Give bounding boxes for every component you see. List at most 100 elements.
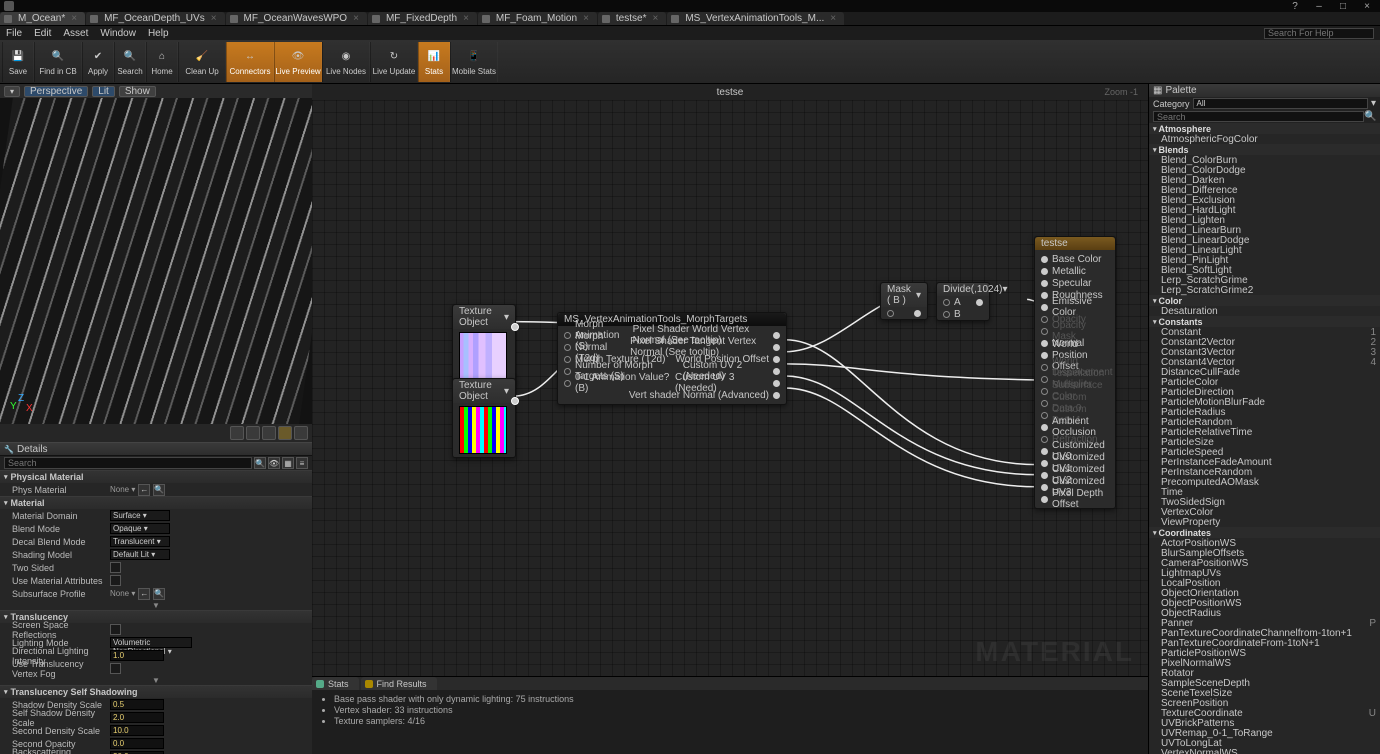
palette-item[interactable]: PanTextureCoordinateChannelfrom-1ton+1 bbox=[1149, 628, 1380, 638]
palette-category[interactable]: ▾Color bbox=[1149, 295, 1380, 306]
document-tab[interactable]: MF_FixedDepth× bbox=[368, 12, 477, 25]
palette-item[interactable]: Lerp_ScratchGrime2 bbox=[1149, 285, 1380, 295]
property-dropdown[interactable]: Translucent ▾ bbox=[110, 536, 170, 547]
lit-button[interactable]: Lit bbox=[92, 86, 115, 97]
live-preview-button[interactable]: 👁Live Preview bbox=[274, 42, 322, 82]
help-search-input[interactable] bbox=[1264, 28, 1374, 39]
property-dropdown[interactable]: Default Lit ▾ bbox=[110, 549, 170, 560]
palette-item[interactable]: TextureCoordinateU bbox=[1149, 708, 1380, 718]
document-tab[interactable]: MF_OceanDepth_UVs× bbox=[86, 12, 224, 25]
palette-item[interactable]: ParticlePositionWS bbox=[1149, 648, 1380, 658]
palette-item[interactable]: Constant2Vector2 bbox=[1149, 337, 1380, 347]
palette-item[interactable]: UVToLongLat bbox=[1149, 738, 1380, 748]
property-spinner[interactable]: 0.5 bbox=[110, 699, 164, 710]
document-tab[interactable]: MS_VertexAnimationTools_M...× bbox=[667, 12, 844, 25]
property-value[interactable]: None ▾ bbox=[110, 485, 135, 494]
palette-item[interactable]: ParticleColor bbox=[1149, 377, 1380, 387]
close-icon[interactable]: × bbox=[353, 13, 359, 24]
live-update-button[interactable]: ↻Live Update bbox=[370, 42, 418, 82]
palette-item[interactable]: Blend_LinearBurn bbox=[1149, 225, 1380, 235]
chevron-down-icon[interactable]: ▾ bbox=[1371, 98, 1376, 109]
close-icon[interactable]: × bbox=[830, 13, 836, 24]
apply-button[interactable]: ✔Apply bbox=[82, 42, 114, 82]
property-spinner[interactable]: 0.0 bbox=[110, 738, 164, 749]
palette-item[interactable]: Blend_Darken bbox=[1149, 175, 1380, 185]
palette-item[interactable]: ParticleSpeed bbox=[1149, 447, 1380, 457]
palette-item[interactable]: Constant4Vector4 bbox=[1149, 357, 1380, 367]
close-icon[interactable]: × bbox=[652, 13, 658, 24]
menu-window[interactable]: Window bbox=[100, 28, 136, 39]
details-panel-header[interactable]: 🔧Details bbox=[0, 442, 312, 456]
palette-item[interactable]: ViewProperty bbox=[1149, 517, 1380, 527]
palette-item[interactable]: PannerP bbox=[1149, 618, 1380, 628]
eye-icon[interactable]: 👁 bbox=[268, 457, 280, 469]
help-icon[interactable]: ? bbox=[1286, 1, 1304, 11]
palette-item[interactable]: UVRemap_0-1_ToRange bbox=[1149, 728, 1380, 738]
palette-item[interactable]: ObjectRadius bbox=[1149, 608, 1380, 618]
preview-plane-button[interactable] bbox=[262, 426, 276, 440]
palette-category[interactable]: ▾Coordinates bbox=[1149, 527, 1380, 538]
search-icon[interactable]: 🔍 bbox=[1364, 111, 1376, 122]
node-texture-object-2[interactable]: Texture Object▾ bbox=[452, 378, 516, 458]
palette-item[interactable]: ObjectOrientation bbox=[1149, 588, 1380, 598]
details-search-input[interactable] bbox=[4, 457, 252, 469]
palette-item[interactable]: Blend_HardLight bbox=[1149, 205, 1380, 215]
palette-item[interactable]: PrecomputedAOMask bbox=[1149, 477, 1380, 487]
palette-item[interactable]: Blend_Exclusion bbox=[1149, 195, 1380, 205]
extra-icon[interactable]: ← bbox=[138, 484, 150, 496]
property-dropdown[interactable]: Opaque ▾ bbox=[110, 523, 170, 534]
mobile-stats-button[interactable]: 📱Mobile Stats bbox=[450, 42, 498, 82]
menu-file[interactable]: File bbox=[6, 28, 22, 39]
palette-item[interactable]: PerInstanceRandom bbox=[1149, 467, 1380, 477]
find-in-cb-button[interactable]: 🔍Find in CB bbox=[34, 42, 82, 82]
property-dropdown[interactable]: Surface ▾ bbox=[110, 510, 170, 521]
palette-item[interactable]: Constant1 bbox=[1149, 327, 1380, 337]
palette-item[interactable]: CameraPositionWS bbox=[1149, 558, 1380, 568]
palette-item[interactable]: ParticleSize bbox=[1149, 437, 1380, 447]
palette-item[interactable]: Time bbox=[1149, 487, 1380, 497]
palette-category[interactable]: ▾Blends bbox=[1149, 144, 1380, 155]
palette-item[interactable]: Blend_Lighten bbox=[1149, 215, 1380, 225]
palette-category[interactable]: ▾Constants bbox=[1149, 316, 1380, 327]
palette-item[interactable]: TwoSidedSign bbox=[1149, 497, 1380, 507]
palette-item[interactable]: SampleSceneDepth bbox=[1149, 678, 1380, 688]
menu-help[interactable]: Help bbox=[148, 28, 169, 39]
palette-item[interactable]: VertexNormalWS bbox=[1149, 748, 1380, 754]
material-preview-viewport[interactable]: Z X Y bbox=[0, 98, 312, 424]
extra-icon[interactable]: 🔍 bbox=[153, 484, 165, 496]
palette-item[interactable]: Lerp_ScratchGrime bbox=[1149, 275, 1380, 285]
palette-item[interactable]: ParticleMotionBlurFade bbox=[1149, 397, 1380, 407]
palette-item[interactable]: Blend_LinearLight bbox=[1149, 245, 1380, 255]
matrix-icon[interactable]: ▦ bbox=[282, 457, 294, 469]
palette-item[interactable]: LightmapUVs bbox=[1149, 568, 1380, 578]
palette-item[interactable]: AtmosphericFogColor bbox=[1149, 134, 1380, 144]
palette-item[interactable]: Desaturation bbox=[1149, 306, 1380, 316]
preview-cylinder-button[interactable] bbox=[230, 426, 244, 440]
palette-item[interactable]: Blend_LinearDodge bbox=[1149, 235, 1380, 245]
palette-item[interactable]: Blend_PinLight bbox=[1149, 255, 1380, 265]
document-tab[interactable]: testse*× bbox=[598, 12, 666, 25]
palette-item[interactable]: PerInstanceFadeAmount bbox=[1149, 457, 1380, 467]
preview-mesh-button[interactable] bbox=[294, 426, 308, 440]
close-icon[interactable]: × bbox=[71, 13, 77, 24]
close-icon[interactable]: × bbox=[463, 13, 469, 24]
maximize-icon[interactable]: □ bbox=[1334, 1, 1352, 11]
connectors-button[interactable]: ↔Connectors bbox=[226, 42, 274, 82]
category-dropdown[interactable]: All bbox=[1193, 98, 1368, 109]
node-mask[interactable]: Mask ( B )▾ bbox=[880, 282, 928, 320]
palette-item[interactable]: PixelNormalWS bbox=[1149, 658, 1380, 668]
tab-stats[interactable]: Stats bbox=[312, 677, 359, 690]
close-icon[interactable]: × bbox=[583, 13, 589, 24]
document-tab[interactable]: MF_OceanWavesWPO× bbox=[226, 12, 367, 25]
category-material[interactable]: ▾Material bbox=[0, 496, 312, 509]
property-checkbox[interactable] bbox=[110, 663, 121, 674]
document-tab[interactable]: MF_Foam_Motion× bbox=[478, 12, 597, 25]
property-spinner[interactable]: 1.0 bbox=[110, 650, 164, 661]
palette-item[interactable]: ParticleRandom bbox=[1149, 417, 1380, 427]
search-icon[interactable]: 🔍 bbox=[254, 457, 266, 469]
palette-item[interactable]: ObjectPositionWS bbox=[1149, 598, 1380, 608]
node-divide[interactable]: Divide(,1024)▾ A B bbox=[936, 282, 990, 321]
material-graph-canvas[interactable]: Texture Object▾ Texture Object▾ MS_Verte… bbox=[312, 100, 1148, 676]
preview-cube-button[interactable] bbox=[278, 426, 292, 440]
palette-item[interactable]: DistanceCullFade bbox=[1149, 367, 1380, 377]
